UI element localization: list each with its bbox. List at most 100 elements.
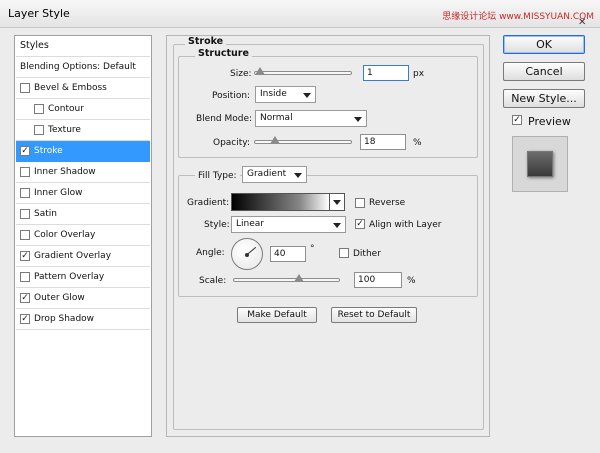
style-item-bevel-emboss[interactable]: Bevel & Emboss: [16, 78, 150, 99]
position-label: Position:: [212, 91, 251, 101]
align-with-layer-label: Align with Layer: [369, 220, 442, 230]
style-checkbox-outer-glow[interactable]: ✓: [20, 293, 30, 303]
opacity-slider-thumb[interactable]: [270, 136, 280, 144]
style-item-label: Texture: [48, 125, 81, 135]
style-item-color-overlay[interactable]: Color Overlay: [16, 225, 150, 246]
angle-dial-needle: [247, 246, 257, 255]
preview-thumbnail: [512, 136, 568, 192]
window-title: Layer Style: [8, 7, 70, 20]
fill-type-value: Gradient: [247, 169, 287, 179]
style-item-satin[interactable]: Satin: [16, 204, 150, 225]
gradient-dropdown-button[interactable]: [329, 193, 345, 211]
style-item-label: Satin: [34, 209, 57, 219]
new-style-button[interactable]: New Style...: [503, 89, 585, 108]
chevron-down-icon: [303, 93, 311, 98]
chevron-down-icon: [354, 117, 362, 122]
watermark-text: 思缘设计论坛 www.MISSYUAN.COM: [442, 12, 594, 22]
style-item-contour[interactable]: Contour: [16, 99, 150, 120]
style-item-label: Inner Shadow: [34, 167, 96, 177]
scale-slider-thumb[interactable]: [294, 274, 304, 282]
blending-options-label: Blending Options: Default: [20, 62, 136, 72]
layer-style-dialog: Layer Style 思缘设计论坛 www.MISSYUAN.COM ✕ St…: [0, 0, 600, 453]
dither-label: Dither: [353, 249, 381, 259]
scale-unit: %: [407, 276, 416, 286]
gradient-label: Gradient:: [187, 198, 230, 208]
style-item-label: Drop Shadow: [34, 314, 95, 324]
style-value: Linear: [236, 219, 264, 229]
close-icon[interactable]: ✕: [578, 18, 588, 28]
size-input[interactable]: 1: [363, 65, 409, 81]
opacity-slider[interactable]: [254, 140, 352, 144]
chevron-down-icon: [294, 173, 302, 178]
style-item-pattern-overlay[interactable]: Pattern Overlay: [16, 267, 150, 288]
style-item-label: Color Overlay: [34, 230, 96, 240]
opacity-label: Opacity:: [213, 138, 250, 148]
style-checkbox-pattern-overlay[interactable]: [20, 272, 30, 282]
angle-unit: °: [310, 244, 315, 254]
blending-options-item[interactable]: Blending Options: Default: [16, 57, 150, 78]
chevron-down-icon: [333, 223, 341, 228]
styles-header[interactable]: Styles: [16, 36, 150, 57]
styles-header-label: Styles: [20, 40, 49, 51]
align-with-layer-checkbox[interactable]: ✓: [355, 219, 365, 229]
style-item-outer-glow[interactable]: ✓ Outer Glow: [16, 288, 150, 309]
reverse-label: Reverse: [369, 198, 406, 208]
style-checkbox-stroke[interactable]: ✓: [20, 146, 30, 156]
position-value: Inside: [260, 89, 287, 99]
size-unit: px: [413, 69, 425, 79]
style-item-gradient-overlay[interactable]: ✓ Gradient Overlay: [16, 246, 150, 267]
style-checkbox-texture[interactable]: [34, 125, 44, 135]
preview-label: Preview: [528, 115, 571, 128]
dither-checkbox[interactable]: [339, 248, 349, 258]
angle-label: Angle:: [196, 248, 225, 258]
style-item-label: Pattern Overlay: [34, 272, 105, 282]
style-checkbox-contour[interactable]: [34, 104, 44, 114]
preview-checkbox[interactable]: ✓: [512, 115, 522, 125]
angle-dial[interactable]: [231, 238, 263, 270]
size-slider[interactable]: [254, 71, 352, 75]
reset-to-default-button[interactable]: Reset to Default: [331, 307, 417, 323]
angle-input[interactable]: 40: [270, 246, 306, 262]
cancel-button[interactable]: Cancel: [503, 62, 585, 81]
scale-input[interactable]: 100: [354, 272, 402, 288]
fill-type-dropdown[interactable]: Gradient: [242, 166, 307, 183]
scale-label: Scale:: [199, 276, 227, 286]
scale-slider[interactable]: [233, 278, 340, 282]
chevron-down-icon: [333, 200, 341, 205]
blend-mode-value: Normal: [260, 113, 293, 123]
gradient-picker[interactable]: [231, 193, 330, 211]
styles-list: Styles Blending Options: Default Bevel &…: [14, 35, 152, 437]
style-item-inner-glow[interactable]: Inner Glow: [16, 183, 150, 204]
style-item-drop-shadow[interactable]: ✓ Drop Shadow: [16, 309, 150, 330]
size-slider-thumb[interactable]: [255, 67, 265, 75]
make-default-button[interactable]: Make Default: [237, 307, 317, 323]
size-label: Size:: [230, 69, 252, 79]
blend-mode-label: Blend Mode:: [196, 114, 253, 124]
style-item-label: Contour: [48, 104, 84, 114]
blend-mode-dropdown[interactable]: Normal: [255, 110, 367, 127]
style-checkbox-satin[interactable]: [20, 209, 30, 219]
style-item-inner-shadow[interactable]: Inner Shadow: [16, 162, 150, 183]
style-checkbox-color-overlay[interactable]: [20, 230, 30, 240]
style-checkbox-drop-shadow[interactable]: ✓: [20, 314, 30, 324]
style-checkbox-inner-shadow[interactable]: [20, 167, 30, 177]
style-item-texture[interactable]: Texture: [16, 120, 150, 141]
position-dropdown[interactable]: Inside: [255, 86, 316, 103]
fill-type-label: Fill Type:: [195, 171, 240, 181]
style-item-stroke[interactable]: ✓ Stroke: [16, 141, 150, 162]
style-item-label: Gradient Overlay: [34, 251, 112, 261]
stroke-panel: Stroke Structure Size: 1 px Position: In…: [166, 35, 490, 437]
reverse-checkbox[interactable]: [355, 198, 365, 208]
style-item-label: Inner Glow: [34, 188, 83, 198]
ok-button[interactable]: OK: [503, 35, 585, 54]
style-dropdown[interactable]: Linear: [231, 216, 346, 233]
style-checkbox-gradient-overlay[interactable]: ✓: [20, 251, 30, 261]
style-label: Style:: [204, 220, 230, 230]
title-bar: Layer Style 思缘设计论坛 www.MISSYUAN.COM ✕: [0, 0, 600, 28]
style-checkbox-bevel-emboss[interactable]: [20, 83, 30, 93]
style-item-label: Bevel & Emboss: [34, 83, 107, 93]
style-item-label: Stroke: [34, 146, 63, 156]
style-checkbox-inner-glow[interactable]: [20, 188, 30, 198]
opacity-unit: %: [413, 138, 422, 148]
opacity-input[interactable]: 18: [360, 134, 406, 150]
